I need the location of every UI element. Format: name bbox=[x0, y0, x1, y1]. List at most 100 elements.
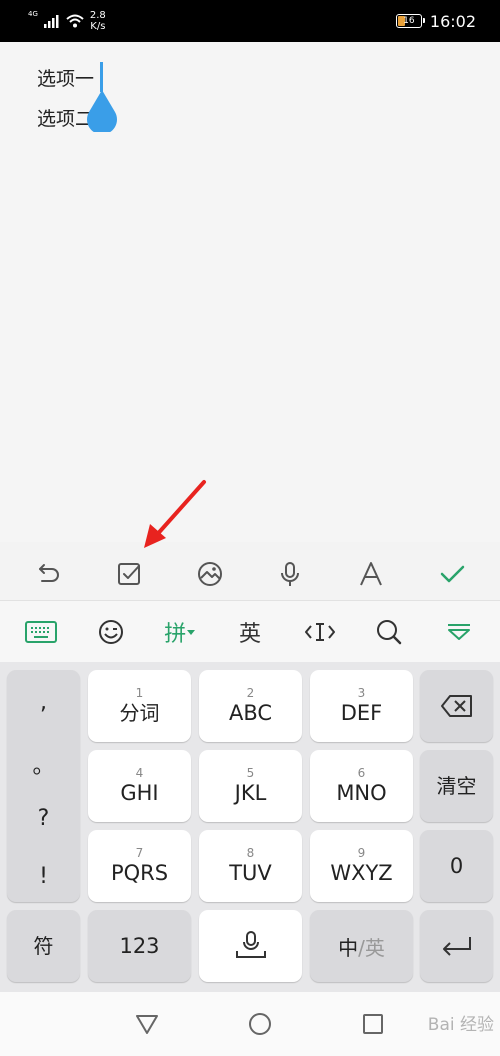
pinyin-dropdown-icon bbox=[187, 629, 196, 635]
network-type-label: 4G bbox=[28, 10, 38, 18]
note-editor[interactable]: 选项一 选项二 bbox=[0, 42, 500, 542]
back-triangle-icon bbox=[135, 1015, 158, 1034]
key-number: 9 bbox=[357, 846, 366, 860]
collapse-keyboard-button[interactable] bbox=[436, 609, 482, 655]
english-mode-button[interactable]: 英 bbox=[227, 609, 273, 655]
key-label: JKL bbox=[234, 781, 267, 805]
backspace-icon bbox=[440, 695, 472, 717]
image-icon bbox=[197, 562, 222, 586]
zero-label: 0 bbox=[449, 854, 464, 878]
nav-home-button[interactable] bbox=[242, 1006, 278, 1042]
enter-icon bbox=[442, 937, 471, 956]
symbol-key[interactable]: 符 bbox=[7, 910, 80, 982]
pinyin-mode-button[interactable]: 拼 bbox=[157, 609, 203, 655]
key-5-jkl[interactable]: 5 JKL bbox=[199, 750, 302, 822]
key-3-def[interactable]: 3 DEF bbox=[310, 670, 413, 742]
cursor-move-button[interactable] bbox=[297, 609, 343, 655]
text-format-icon bbox=[360, 562, 382, 586]
key-8-tuv[interactable]: 8 TUV bbox=[199, 830, 302, 902]
key-label: 分词 bbox=[119, 701, 160, 725]
numeric-label: 123 bbox=[119, 934, 160, 958]
clear-key[interactable]: 清空 bbox=[420, 750, 493, 822]
key-4-ghi[interactable]: 4 GHI bbox=[88, 750, 191, 822]
wifi-icon bbox=[66, 14, 84, 28]
key-number: 4 bbox=[135, 766, 144, 780]
zh-en-switch-key[interactable]: 中/英 bbox=[310, 910, 413, 982]
navigation-bar bbox=[0, 992, 500, 1056]
search-button[interactable] bbox=[366, 609, 412, 655]
key-2-abc[interactable]: 2 ABC bbox=[199, 670, 302, 742]
key-number: 8 bbox=[246, 846, 255, 860]
punctuation-column: , 。 ? ! bbox=[7, 670, 80, 902]
nav-back-button[interactable] bbox=[129, 1006, 165, 1042]
watermark: Bai 经验 bbox=[427, 1015, 494, 1035]
zh-en-separator: / bbox=[358, 935, 365, 960]
microphone-icon bbox=[281, 562, 300, 586]
key-number: 1 bbox=[135, 686, 144, 700]
note-line-1[interactable]: 选项一 bbox=[37, 64, 94, 91]
cursor-move-icon bbox=[304, 622, 335, 641]
backspace-key[interactable] bbox=[420, 670, 493, 742]
keyboard-top-bar: 拼 英 bbox=[0, 600, 500, 662]
numeric-key[interactable]: 123 bbox=[88, 910, 191, 982]
cursor-handle-icon[interactable] bbox=[85, 90, 119, 132]
key-number: 7 bbox=[135, 846, 144, 860]
space-voice-key[interactable] bbox=[199, 910, 302, 982]
status-right: 16 16:02 bbox=[395, 0, 476, 42]
punct-question-key[interactable]: ? bbox=[7, 806, 80, 831]
done-button[interactable] bbox=[432, 554, 472, 594]
key-label: TUV bbox=[229, 861, 272, 885]
search-icon bbox=[377, 619, 402, 644]
battery-level: 16 bbox=[403, 16, 415, 26]
emoji-button[interactable] bbox=[88, 609, 134, 655]
key-number: 6 bbox=[357, 766, 366, 780]
key-label: PQRS bbox=[110, 861, 169, 885]
keyboard-switch-button[interactable] bbox=[18, 609, 64, 655]
punct-comma-key[interactable]: , bbox=[7, 690, 80, 715]
status-left: 4G 2.8 K/s bbox=[28, 6, 106, 36]
key-number: 3 bbox=[357, 686, 366, 700]
enter-key[interactable] bbox=[420, 910, 493, 982]
done-check-icon bbox=[440, 565, 464, 583]
zh-label: 中 bbox=[338, 935, 359, 960]
key-9-wxyz[interactable]: 9 WXYZ bbox=[310, 830, 413, 902]
text-format-button[interactable] bbox=[351, 554, 391, 594]
recents-square-icon bbox=[363, 1014, 384, 1034]
text-cursor bbox=[100, 62, 103, 92]
key-6-mno[interactable]: 6 MNO bbox=[310, 750, 413, 822]
symbol-label: 符 bbox=[33, 934, 54, 958]
battery-icon: 16 bbox=[395, 14, 425, 28]
key-1-fenci[interactable]: 1 分词 bbox=[88, 670, 191, 742]
pinyin-label: 拼 bbox=[164, 621, 187, 647]
punct-period-key[interactable]: 。 bbox=[7, 748, 80, 780]
network-speed: 2.8 K/s bbox=[90, 10, 106, 32]
emoji-icon bbox=[98, 619, 123, 644]
microphone-space-icon bbox=[235, 931, 266, 958]
key-7-pqrs[interactable]: 7 PQRS bbox=[88, 830, 191, 902]
undo-icon bbox=[39, 564, 60, 582]
keyboard-icon bbox=[24, 620, 57, 643]
speed-value: 2.8 bbox=[89, 10, 106, 21]
speed-unit: K/s bbox=[90, 21, 106, 32]
punct-exclaim-key[interactable]: ! bbox=[7, 864, 80, 889]
key-number: 2 bbox=[246, 686, 255, 700]
collapse-icon bbox=[448, 623, 471, 640]
home-circle-icon bbox=[248, 1013, 271, 1035]
keyboard: , 。 ? ! 1 分词 2 ABC 3 DEF 4 GHI 5 JKL 6 M… bbox=[0, 662, 500, 992]
signal-icon bbox=[43, 15, 59, 28]
undo-button[interactable] bbox=[28, 554, 68, 594]
key-label: ABC bbox=[228, 701, 273, 725]
insert-image-button[interactable] bbox=[190, 554, 230, 594]
key-label: MNO bbox=[336, 781, 387, 805]
editor-toolbar bbox=[0, 548, 500, 600]
checkbox-icon bbox=[117, 563, 140, 585]
voice-input-button[interactable] bbox=[270, 554, 310, 594]
zero-key[interactable]: 0 bbox=[420, 830, 493, 902]
zh-en-label: 中/英 bbox=[338, 932, 385, 961]
key-label: WXYZ bbox=[330, 861, 393, 885]
status-bar: 4G 2.8 K/s 16 16:02 bbox=[0, 0, 500, 42]
key-label: DEF bbox=[340, 701, 383, 725]
english-label: 英 bbox=[238, 621, 261, 647]
checklist-button[interactable] bbox=[109, 554, 149, 594]
nav-recents-button[interactable] bbox=[355, 1006, 391, 1042]
